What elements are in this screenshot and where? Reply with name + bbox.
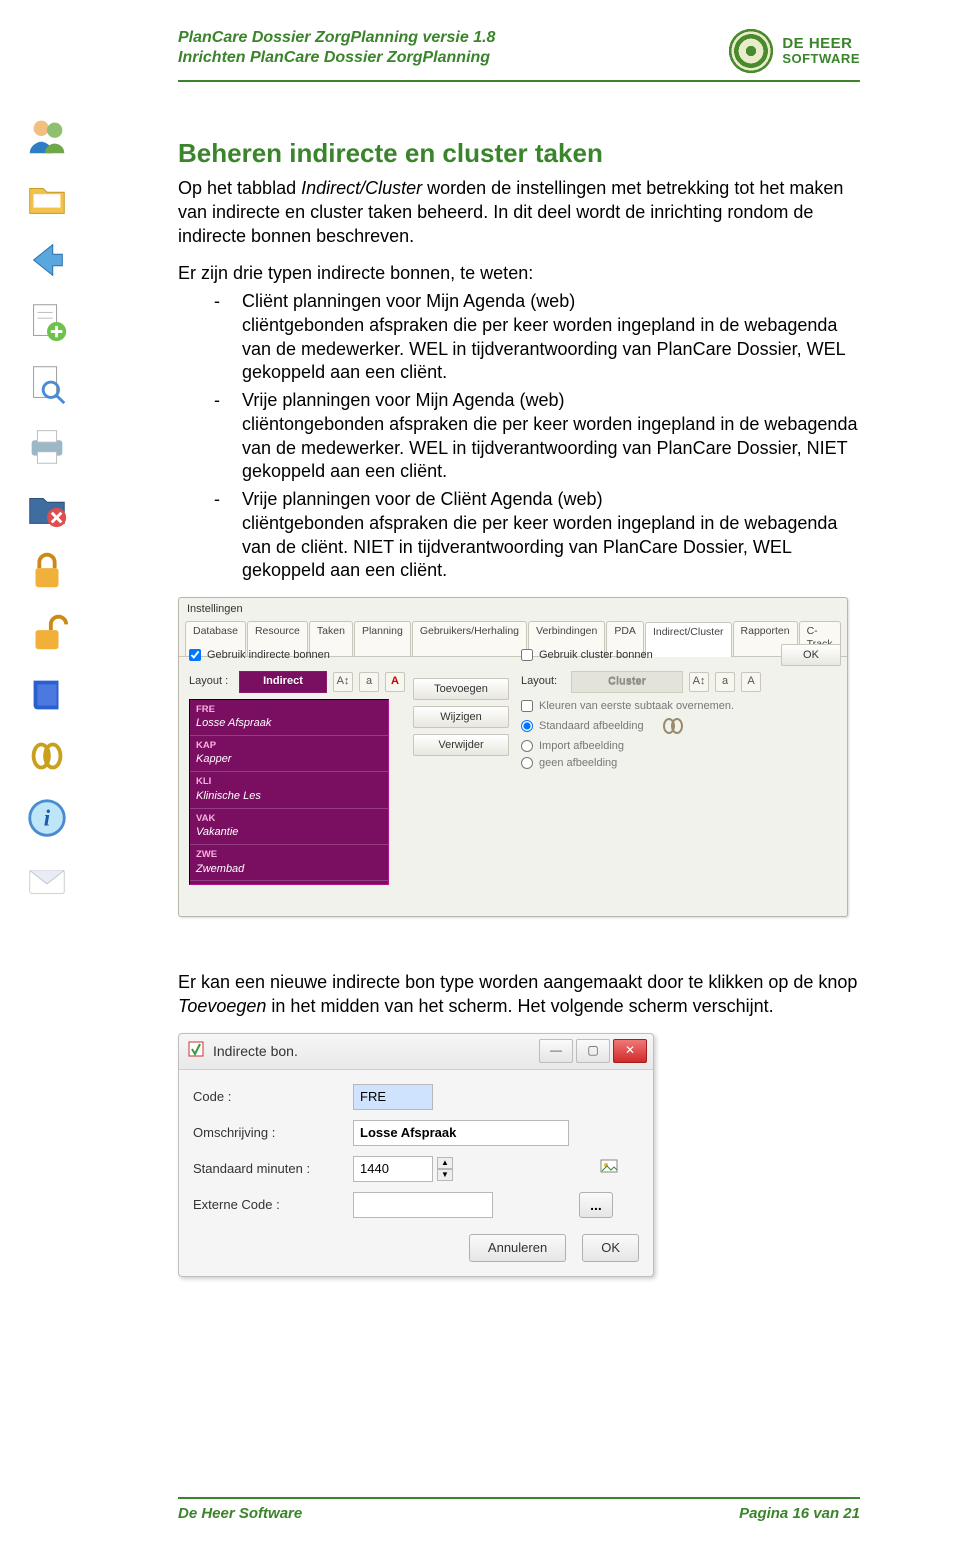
radio-no-img[interactable]: geen afbeelding [521, 756, 761, 771]
dialog-title: Indirecte bon. [213, 1042, 298, 1060]
new-document-icon[interactable] [19, 294, 75, 350]
footer-right: Pagina 16 van 21 [739, 1505, 860, 1522]
brand-top: DE HEER [782, 36, 860, 52]
app-icon [187, 1040, 205, 1062]
header-line1: PlanCare Dossier ZorgPlanning versie 1.8 [178, 28, 495, 48]
browse-button[interactable]: ... [579, 1192, 613, 1218]
checkbox-indirect[interactable]: Gebruik indirecte bonnen [189, 648, 405, 663]
layout-label-right: Layout: [521, 674, 565, 689]
ok-button[interactable]: OK [582, 1234, 639, 1262]
font-color-icon[interactable]: a [715, 672, 735, 692]
settings-window: Instellingen Database Resource Taken Pla… [178, 597, 848, 917]
layout-label-left: Layout : [189, 674, 233, 689]
checkbox-kleuren[interactable]: Kleuren van eerste subtaak overnemen. [521, 699, 761, 714]
label-omschrijving: Omschrijving : [193, 1124, 343, 1141]
ok-button[interactable]: OK [781, 644, 841, 666]
cancel-button[interactable]: Annuleren [469, 1234, 566, 1262]
intro-paragraph: Op het tabblad Indirect/Cluster worden d… [178, 177, 860, 248]
page-title: Beheren indirecte en cluster taken [178, 138, 860, 169]
close-button[interactable]: ✕ [613, 1039, 647, 1063]
content: Beheren indirecte en cluster taken Op he… [178, 138, 860, 1277]
externe-code-input[interactable] [353, 1192, 493, 1218]
header-line2: Inrichten PlanCare Dossier ZorgPlanning [178, 48, 495, 68]
radio-import-img[interactable]: Import afbeelding [521, 739, 761, 754]
delete-button[interactable]: Verwijder [413, 734, 509, 756]
indirecte-bon-dialog: Indirecte bon. — ▢ ✕ Code : Omschrijving… [178, 1033, 654, 1277]
layout-bar-cluster: Cluster [571, 671, 683, 693]
lock-closed-icon[interactable] [19, 542, 75, 598]
checkbox-cluster[interactable]: Gebruik cluster bonnen [521, 648, 761, 663]
book-icon[interactable] [19, 666, 75, 722]
label-minuten: Standaard minuten : [193, 1160, 343, 1177]
lock-open-icon[interactable] [19, 604, 75, 660]
svg-text:i: i [44, 806, 51, 831]
footer-left: De Heer Software [178, 1505, 302, 1522]
minimize-button[interactable]: — [539, 1039, 573, 1063]
radio-std-img[interactable]: Standaard afbeelding [521, 715, 761, 737]
list-item[interactable]: KLI Klinische Les [190, 772, 388, 808]
list-item[interactable]: ZWE Zwembad [190, 845, 388, 881]
printer-icon[interactable] [19, 418, 75, 474]
page-footer: De Heer Software Pagina 16 van 21 [178, 1497, 860, 1522]
arrow-left-icon[interactable] [19, 232, 75, 288]
list-item: Vrije planningen voor de Cliënt Agenda (… [214, 488, 860, 583]
list-item[interactable]: VAK Vakantie [190, 809, 388, 845]
brand-logo: DE HEER SOFTWARE [728, 28, 860, 74]
delete-folder-icon[interactable] [19, 480, 75, 536]
maximize-button[interactable]: ▢ [576, 1039, 610, 1063]
list-item: Vrije planningen voor Mijn Agenda (web) … [214, 389, 860, 484]
font-larger-icon[interactable]: A↕ [689, 672, 709, 692]
font-color-icon[interactable]: a [359, 672, 379, 692]
types-intro: Er zijn drie typen indirecte bonnen, te … [178, 262, 860, 286]
page-header: PlanCare Dossier ZorgPlanning versie 1.8… [178, 28, 860, 82]
edit-button[interactable]: Wijzigen [413, 706, 509, 728]
brand-sub: SOFTWARE [782, 52, 860, 66]
compass-icon [728, 28, 774, 74]
dialog-intro: Er kan een nieuwe indirecte bon type wor… [178, 971, 860, 1019]
omschrijving-input[interactable] [353, 1120, 569, 1146]
label-code: Code : [193, 1088, 343, 1105]
chain-icon[interactable] [19, 728, 75, 784]
font-style-icon[interactable]: A [385, 672, 405, 692]
layout-bar-indirect: Indirect [239, 671, 327, 693]
settings-title: Instellingen [179, 598, 847, 619]
label-externe-code: Externe Code : [193, 1196, 343, 1213]
code-input[interactable] [353, 1084, 433, 1110]
mail-icon[interactable] [19, 852, 75, 908]
font-larger-icon[interactable]: A↕ [333, 672, 353, 692]
step-up-icon[interactable]: ▲ [437, 1157, 453, 1169]
image-icon[interactable] [579, 1157, 639, 1179]
people-icon[interactable] [19, 108, 75, 164]
indirect-list[interactable]: FRE Losse Afspraak KAP Kapper KLI Klinis… [189, 699, 389, 885]
folder-icon[interactable] [19, 170, 75, 226]
font-style-icon[interactable]: A [741, 672, 761, 692]
list-item: Cliënt planningen voor Mijn Agenda (web)… [214, 290, 860, 385]
info-icon[interactable]: i [19, 790, 75, 846]
step-down-icon[interactable]: ▼ [437, 1169, 453, 1181]
list-item[interactable]: KAP Kapper [190, 736, 388, 772]
types-list: Cliënt planningen voor Mijn Agenda (web)… [214, 290, 860, 583]
list-item[interactable]: FRE Losse Afspraak [190, 700, 388, 736]
search-document-icon[interactable] [19, 356, 75, 412]
add-button[interactable]: Toevoegen [413, 678, 509, 700]
minuten-stepper[interactable]: ▲ ▼ [437, 1157, 453, 1181]
sidebar: i [14, 108, 80, 908]
chain-icon [660, 715, 686, 737]
minuten-input[interactable] [353, 1156, 433, 1182]
